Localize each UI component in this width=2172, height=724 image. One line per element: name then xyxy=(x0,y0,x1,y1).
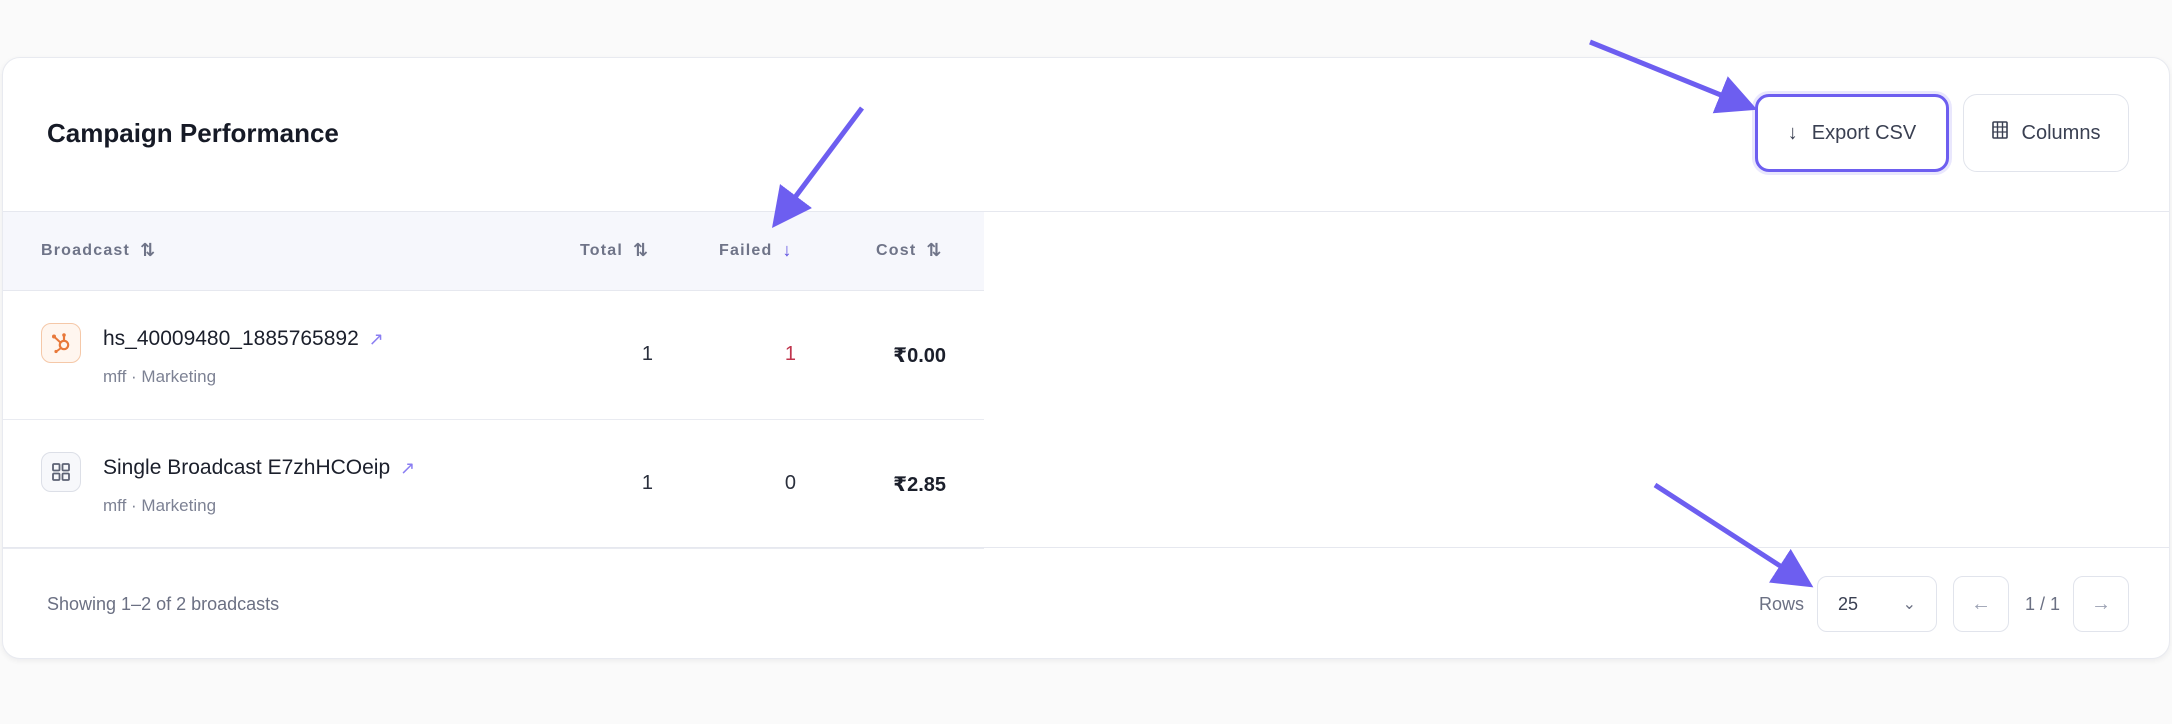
pagination-summary: Showing 1–2 of 2 broadcasts xyxy=(47,594,280,614)
columns-button[interactable]: Columns xyxy=(1963,94,2129,172)
external-link-icon[interactable]: ↗ xyxy=(369,329,384,350)
previous-page-button[interactable]: ← xyxy=(1953,576,2009,632)
total-value: 1 xyxy=(641,472,653,494)
columns-icon xyxy=(1991,121,2008,145)
chevron-down-icon: ⌄ xyxy=(1902,596,1916,613)
table-row[interactable]: hs_40009480_1885765892 ↗ mff · Marketing… xyxy=(3,291,984,420)
rows-per-page-label: Rows xyxy=(1759,594,1805,614)
broadcast-subtitle: mff · Marketing xyxy=(103,367,217,386)
table-header: Broadcast ⇅ Total ⇅ Failed ↓ Cost ⇅ xyxy=(3,212,984,291)
column-header-label: Total xyxy=(580,241,624,259)
rows-per-page-select[interactable]: 25 ⌄ xyxy=(1817,576,1937,632)
sort-icon: ⇅ xyxy=(633,240,650,260)
download-arrow-icon: ↓ xyxy=(1787,121,1798,144)
failed-value: 1 xyxy=(784,343,796,365)
cost-value: ₹2.85 xyxy=(893,474,946,496)
cost-value: ₹0.00 xyxy=(893,345,946,367)
broadcast-table: Broadcast ⇅ Total ⇅ Failed ↓ Cost ⇅ hs_4… xyxy=(3,212,984,549)
arrow-right-icon: → xyxy=(2091,592,2111,615)
page-indicator: 1 / 1 xyxy=(2025,594,2061,614)
broadcast-name: Single Broadcast E7zhHCOeip xyxy=(103,456,391,479)
next-page-button[interactable]: → xyxy=(2073,576,2129,632)
export-csv-label: Export CSV xyxy=(1811,121,1917,144)
arrow-left-icon: ← xyxy=(1971,592,1991,615)
column-header-failed[interactable]: Failed ↓ xyxy=(719,240,793,261)
column-header-label: Broadcast xyxy=(41,241,131,259)
total-value: 1 xyxy=(641,343,653,365)
broadcast-name: hs_40009480_1885765892 xyxy=(103,327,359,350)
table-row[interactable]: Single Broadcast E7zhHCOeip ↗ mff · Mark… xyxy=(3,420,984,549)
column-header-broadcast[interactable]: Broadcast ⇅ xyxy=(41,240,156,261)
column-header-label: Failed xyxy=(719,241,773,259)
grid-icon xyxy=(41,452,81,492)
rows-per-page-value: 25 xyxy=(1838,593,1859,614)
export-csv-button[interactable]: ↓ Export CSV xyxy=(1755,94,1949,172)
sort-icon: ⇅ xyxy=(140,240,157,260)
hubspot-icon xyxy=(41,323,81,363)
column-header-total[interactable]: Total ⇅ xyxy=(580,240,649,261)
broadcast-name-link[interactable]: hs_40009480_1885765892 ↗ xyxy=(103,327,384,351)
campaign-performance-card: Campaign Performance ↓ Export CSV Column… xyxy=(2,57,2170,659)
broadcast-subtitle: mff · Marketing xyxy=(103,496,217,515)
sort-descending-icon: ↓ xyxy=(782,240,793,260)
footer-divider xyxy=(3,547,2169,548)
columns-label: Columns xyxy=(2021,121,2101,144)
broadcast-name-link[interactable]: Single Broadcast E7zhHCOeip ↗ xyxy=(103,456,415,480)
sort-icon: ⇅ xyxy=(926,240,943,260)
card-title: Campaign Performance xyxy=(47,118,339,148)
failed-value: 0 xyxy=(784,472,796,494)
external-link-icon[interactable]: ↗ xyxy=(400,458,415,479)
column-header-label: Cost xyxy=(876,241,917,259)
column-header-cost[interactable]: Cost ⇅ xyxy=(876,240,943,261)
